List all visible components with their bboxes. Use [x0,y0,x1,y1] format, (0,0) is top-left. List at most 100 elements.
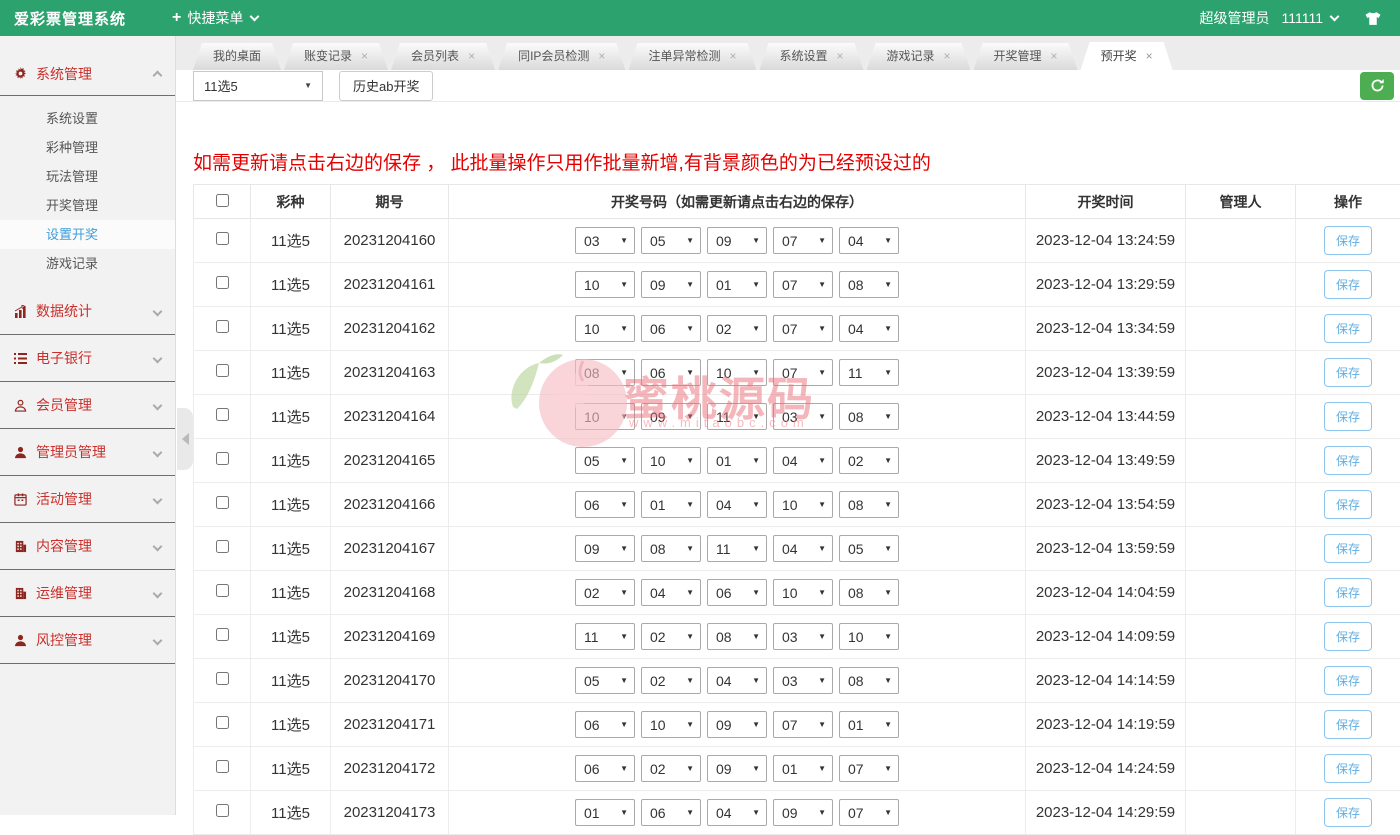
tab-3[interactable]: 会员列表× [391,43,495,70]
number-select-4[interactable]: 04▼ [773,535,833,562]
sidebar-section-1[interactable]: 系统管理 [0,52,175,96]
number-select-3[interactable]: 11▼ [707,535,767,562]
tab-close-icon[interactable]: × [729,49,736,63]
number-select-1[interactable]: 02▼ [575,579,635,606]
number-select-3[interactable]: 01▼ [707,271,767,298]
save-button[interactable]: 保存 [1324,226,1372,255]
number-select-3[interactable]: 08▼ [707,623,767,650]
select-all-checkbox[interactable] [216,194,229,207]
save-button[interactable]: 保存 [1324,314,1372,343]
number-select-1[interactable]: 10▼ [575,271,635,298]
save-button[interactable]: 保存 [1324,578,1372,607]
quick-menu-button[interactable]: + 快捷菜单 [172,8,258,28]
number-select-4[interactable]: 10▼ [773,579,833,606]
number-select-5[interactable]: 08▼ [839,403,899,430]
number-select-2[interactable]: 08▼ [641,535,701,562]
row-checkbox[interactable] [216,276,229,289]
row-checkbox[interactable] [216,364,229,377]
sidebar-section-4[interactable]: 会员管理 [0,382,175,429]
number-select-1[interactable]: 08▼ [575,359,635,386]
number-select-3[interactable]: 09▼ [707,755,767,782]
lottery-type-select[interactable]: 11选5 ▼ [193,71,323,101]
number-select-1[interactable]: 11▼ [575,623,635,650]
number-select-2[interactable]: 05▼ [641,227,701,254]
tab-close-icon[interactable]: × [1051,49,1058,63]
row-checkbox[interactable] [216,628,229,641]
refresh-button[interactable] [1360,72,1394,100]
tab-4[interactable]: 同IP会员检测× [498,43,625,70]
theme-shirt-icon[interactable] [1364,11,1382,26]
tab-close-icon[interactable]: × [361,49,368,63]
number-select-4[interactable]: 04▼ [773,447,833,474]
number-select-3[interactable]: 09▼ [707,227,767,254]
number-select-4[interactable]: 03▼ [773,403,833,430]
number-select-4[interactable]: 09▼ [773,799,833,826]
number-select-1[interactable]: 06▼ [575,755,635,782]
number-select-2[interactable]: 06▼ [641,359,701,386]
row-checkbox[interactable] [216,672,229,685]
user-menu[interactable]: 超级管理员 111111 [1199,8,1338,28]
number-select-2[interactable]: 06▼ [641,799,701,826]
number-select-3[interactable]: 04▼ [707,491,767,518]
tab-close-icon[interactable]: × [1146,49,1153,63]
number-select-3[interactable]: 01▼ [707,447,767,474]
row-checkbox[interactable] [216,496,229,509]
sidebar-section-9[interactable]: 风控管理 [0,617,175,664]
number-select-2[interactable]: 10▼ [641,447,701,474]
number-select-5[interactable]: 08▼ [839,491,899,518]
sidebar-section-7[interactable]: 内容管理 [0,523,175,570]
sidebar-item-2[interactable]: 彩种管理 [0,133,175,162]
row-checkbox[interactable] [216,408,229,421]
save-button[interactable]: 保存 [1324,402,1372,431]
number-select-2[interactable]: 02▼ [641,755,701,782]
number-select-5[interactable]: 02▼ [839,447,899,474]
sidebar-item-6[interactable]: 游戏记录 [0,249,175,278]
row-checkbox[interactable] [216,584,229,597]
number-select-4[interactable]: 10▼ [773,491,833,518]
number-select-2[interactable]: 01▼ [641,491,701,518]
tab-6[interactable]: 系统设置× [759,43,863,70]
number-select-4[interactable]: 01▼ [773,755,833,782]
number-select-2[interactable]: 02▼ [641,667,701,694]
tab-close-icon[interactable]: × [598,49,605,63]
number-select-2[interactable]: 09▼ [641,271,701,298]
tab-close-icon[interactable]: × [944,49,951,63]
number-select-1[interactable]: 06▼ [575,711,635,738]
tab-9[interactable]: 预开奖× [1081,42,1173,70]
save-button[interactable]: 保存 [1324,754,1372,783]
row-checkbox[interactable] [216,540,229,553]
tab-close-icon[interactable]: × [836,49,843,63]
number-select-5[interactable]: 04▼ [839,315,899,342]
save-button[interactable]: 保存 [1324,710,1372,739]
number-select-1[interactable]: 05▼ [575,447,635,474]
history-ab-draw-button[interactable]: 历史ab开奖 [339,71,433,101]
row-checkbox[interactable] [216,716,229,729]
tab-7[interactable]: 游戏记录× [867,43,971,70]
sidebar-item-4[interactable]: 开奖管理 [0,191,175,220]
number-select-3[interactable]: 09▼ [707,711,767,738]
number-select-3[interactable]: 11▼ [707,403,767,430]
sidebar-item-5[interactable]: 设置开奖 [0,220,175,249]
number-select-2[interactable]: 02▼ [641,623,701,650]
save-button[interactable]: 保存 [1324,358,1372,387]
number-select-5[interactable]: 11▼ [839,359,899,386]
save-button[interactable]: 保存 [1324,622,1372,651]
number-select-2[interactable]: 10▼ [641,711,701,738]
number-select-1[interactable]: 06▼ [575,491,635,518]
number-select-5[interactable]: 08▼ [839,271,899,298]
number-select-4[interactable]: 07▼ [773,227,833,254]
number-select-1[interactable]: 09▼ [575,535,635,562]
number-select-5[interactable]: 10▼ [839,623,899,650]
number-select-1[interactable]: 10▼ [575,315,635,342]
row-checkbox[interactable] [216,804,229,817]
number-select-4[interactable]: 07▼ [773,711,833,738]
number-select-3[interactable]: 04▼ [707,799,767,826]
save-button[interactable]: 保存 [1324,798,1372,827]
number-select-3[interactable]: 04▼ [707,667,767,694]
number-select-4[interactable]: 07▼ [773,315,833,342]
number-select-2[interactable]: 06▼ [641,315,701,342]
save-button[interactable]: 保存 [1324,446,1372,475]
tab-2[interactable]: 账变记录× [284,43,388,70]
number-select-4[interactable]: 07▼ [773,271,833,298]
save-button[interactable]: 保存 [1324,666,1372,695]
